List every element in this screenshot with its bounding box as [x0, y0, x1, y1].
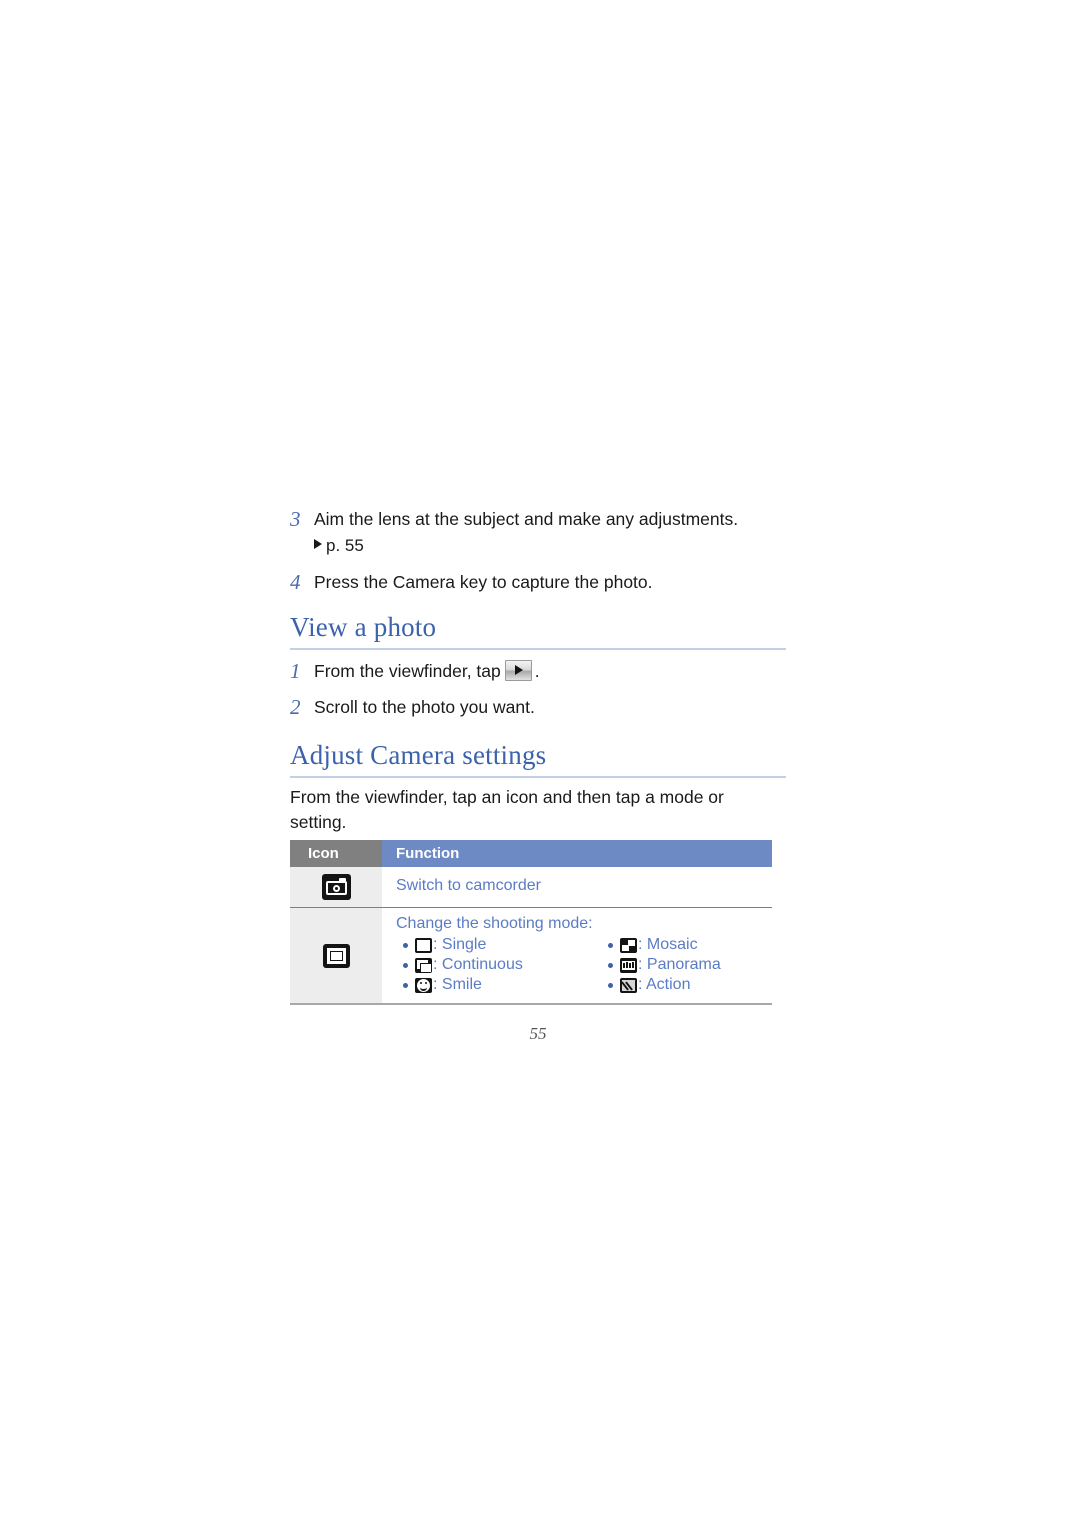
- list-item: : Single: [396, 935, 601, 955]
- list-item: : Smile: [396, 975, 601, 995]
- page-heading-view-a-photo: View a photo: [290, 612, 786, 650]
- document-page: 3 Aim the lens at the subject and make a…: [290, 0, 786, 1528]
- step-reference-text: p. 55: [326, 536, 364, 555]
- camera-icon-lens: [332, 885, 340, 892]
- list-item-label: : Panorama: [638, 956, 721, 973]
- list-item: : Action: [601, 975, 772, 995]
- page-number: 55: [529, 1024, 547, 1043]
- step-item: 4 Press the Camera key to capture the ph…: [290, 569, 786, 595]
- single-shot-icon: [415, 937, 432, 953]
- intro-paragraph: From the viewfinder, tap an icon and the…: [290, 787, 724, 832]
- list-item: : Mosaic: [601, 935, 772, 955]
- table-row: Switch to camcorder: [290, 867, 772, 908]
- panorama-shot-icon: [620, 957, 637, 973]
- mosaic-shot-icon: [620, 937, 637, 953]
- bullet-icon: [608, 982, 613, 988]
- step-text-tail: .: [534, 661, 540, 681]
- list-item-label: : Single: [433, 936, 487, 953]
- shooting-mode-list: : Single : Mosaic : Continuous: Panoram…: [396, 935, 772, 995]
- table-header-icon: Icon: [290, 840, 382, 867]
- triangle-right-icon: [314, 539, 322, 549]
- table-cell-icon: [290, 867, 382, 908]
- step-text: From the viewfinder, tap: [314, 661, 501, 681]
- step-text: Press the Camera key to capture the phot…: [314, 572, 653, 592]
- bullet-icon: [403, 962, 408, 968]
- camera-icon: [321, 874, 351, 900]
- camera-settings-table: Icon Function Switch to camcorder Change…: [290, 840, 772, 1005]
- step-item: 1 From the viewfinder, tap.: [290, 658, 786, 684]
- bullet-icon: [608, 942, 613, 948]
- steps-view-a-photo: 1 From the viewfinder, tap. 2 Scroll to …: [290, 658, 786, 730]
- shooting-mode-frame-icon: [322, 943, 350, 968]
- page-heading-adjust-camera-settings: Adjust Camera settings: [290, 740, 786, 778]
- step-number: 2: [290, 695, 301, 719]
- step-reference: p. 55: [314, 533, 786, 559]
- step-number: 4: [290, 570, 301, 594]
- list-item-label: : Continuous: [433, 956, 523, 973]
- step-number: 3: [290, 507, 301, 531]
- action-shot-icon: [620, 977, 637, 993]
- table-cell-function: Switch to camcorder: [382, 867, 772, 908]
- step-item: 2 Scroll to the photo you want.: [290, 694, 786, 720]
- steps-continued: 3 Aim the lens at the subject and make a…: [290, 506, 786, 605]
- list-item-label: : Action: [638, 976, 691, 993]
- table-header-row: Icon Function: [290, 840, 772, 867]
- shooting-mode-frame-icon-inner: [326, 947, 346, 964]
- smile-shot-icon: [415, 977, 432, 993]
- step-item: 3 Aim the lens at the subject and make a…: [290, 506, 786, 559]
- bullet-icon: [403, 942, 408, 948]
- step-text-wrapper: Aim the lens at the subject and make any…: [314, 506, 786, 559]
- list-item: : Panorama: [601, 955, 772, 975]
- table-cell-function: Change the shooting mode: : Single : Mos…: [382, 907, 772, 1005]
- step-text: Aim the lens at the subject and make any…: [314, 509, 739, 529]
- step-text-wrapper: From the viewfinder, tap.: [314, 658, 786, 684]
- list-item-label: : Mosaic: [638, 936, 698, 953]
- step-number: 1: [290, 659, 301, 683]
- bullet-icon: [608, 962, 613, 968]
- continuous-shot-icon: [415, 957, 432, 973]
- shooting-mode-title: Change the shooting mode:: [396, 915, 593, 932]
- table-header-function: Function: [382, 840, 772, 867]
- step-text: Scroll to the photo you want.: [314, 697, 535, 717]
- table-cell-icon: [290, 907, 382, 1005]
- table-row: Change the shooting mode: : Single : Mos…: [290, 907, 772, 1005]
- list-item-label: : Smile: [433, 976, 482, 993]
- list-item: : Continuous: [396, 955, 601, 975]
- bullet-icon: [403, 982, 408, 988]
- play-button-icon: [504, 660, 532, 681]
